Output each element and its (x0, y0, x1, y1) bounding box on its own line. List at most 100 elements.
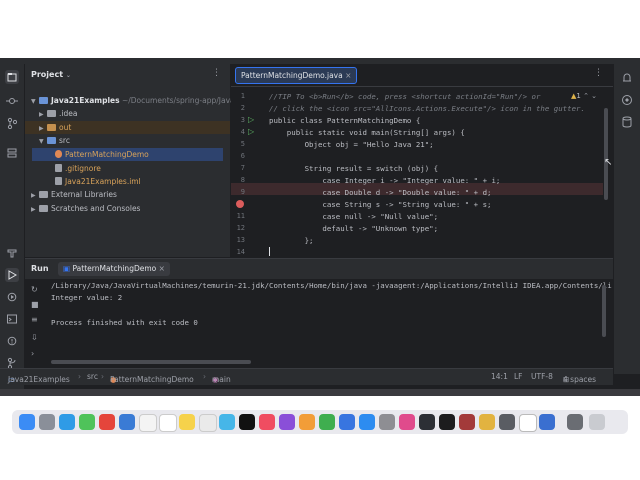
numbers-icon[interactable] (319, 414, 335, 430)
chevron-down-icon[interactable]: ▼ (39, 135, 47, 148)
commit-icon[interactable] (5, 94, 19, 108)
project-title-label: Project (31, 70, 64, 79)
app-icon-1[interactable] (479, 414, 495, 430)
more-icon[interactable]: › (31, 349, 34, 358)
console-scrollbar[interactable] (602, 285, 606, 337)
contacts-icon[interactable] (139, 414, 157, 432)
build-icon[interactable] (5, 246, 19, 260)
finder-icon[interactable] (19, 414, 35, 430)
photos-icon[interactable] (99, 414, 115, 430)
chevron-right-icon[interactable]: ▶ (31, 189, 39, 202)
code-editor[interactable]: PatternMatchingDemo.java × ⋮ ▲1 ⌃ ⌄ 1 //… (231, 64, 613, 257)
file-encoding[interactable]: UTF-8 (531, 372, 553, 381)
chevron-right-icon[interactable]: ▶ (39, 108, 47, 121)
code-line: case Integer i -> "Integer value: " + i; (269, 176, 501, 185)
notifications-icon[interactable] (619, 70, 635, 86)
chevron-down-icon[interactable]: ▼ (31, 95, 39, 108)
ai-assistant-icon[interactable] (619, 92, 635, 108)
breadcrumb-label: Java21Examples (8, 375, 70, 384)
code-line: }; (269, 236, 314, 245)
tree-item-scratches[interactable]: ▶ Scratches and Consoles (31, 202, 140, 215)
code-line: case Double d -> "Double value: " + d; (269, 188, 492, 197)
app-icon-2[interactable] (499, 414, 515, 430)
structure-icon[interactable] (5, 146, 19, 160)
terminal-icon[interactable] (5, 312, 19, 326)
more-options-icon[interactable]: ⋮ (212, 68, 221, 78)
project-panel-title[interactable]: Project ⌄ (31, 70, 71, 79)
desktop-background-strip (0, 389, 640, 396)
folder-icon (47, 124, 56, 131)
terminal-app-icon[interactable] (439, 414, 455, 430)
app-icon-4[interactable] (539, 414, 555, 430)
problems-icon[interactable] (5, 334, 19, 348)
database-icon[interactable] (619, 114, 635, 130)
console-horizontal-scrollbar[interactable] (51, 360, 251, 364)
apple-tv-icon[interactable] (239, 414, 255, 430)
console-output[interactable]: /Library/Java/JavaVirtualMachines/temuri… (51, 281, 612, 367)
run-config-tab[interactable]: ▣ PatternMatchingDemo × (58, 262, 170, 276)
messages-icon[interactable] (79, 414, 95, 430)
console-line: Process finished with exit code 0 (51, 318, 198, 327)
launchpad-icon[interactable] (39, 414, 55, 430)
line-separator[interactable]: LF (514, 372, 523, 381)
tree-item-external-libraries[interactable]: ▶ External Libraries (31, 188, 117, 201)
podcasts-icon[interactable] (279, 414, 295, 430)
downloads-folder-icon[interactable] (567, 414, 583, 430)
chevron-down-icon[interactable]: ⌄ (66, 72, 71, 79)
caret-position[interactable]: 14:1 (491, 372, 508, 381)
line-number: 7 (240, 164, 245, 172)
pages-icon[interactable] (299, 414, 315, 430)
branches-icon[interactable] (5, 116, 19, 130)
keynote-icon[interactable] (339, 414, 355, 430)
run-gutter-icon[interactable]: ▷ (248, 115, 254, 124)
reminders-icon[interactable] (199, 414, 217, 432)
system-settings-icon[interactable] (379, 414, 395, 430)
editor-scrollbar[interactable] (604, 108, 608, 200)
dictionary-icon[interactable] (459, 414, 475, 430)
debug-icon[interactable] (5, 290, 19, 304)
tree-item-gitignore[interactable]: .gitignore (55, 162, 101, 175)
intellij-icon[interactable] (419, 414, 435, 430)
tree-item-patternmatchingdemo[interactable]: PatternMatchingDemo (55, 148, 149, 161)
code-line: public static void main(String[] args) { (269, 128, 465, 137)
chevron-right-icon[interactable]: ▶ (31, 203, 39, 216)
breakpoint-icon[interactable] (236, 200, 244, 208)
editor-tab-active[interactable]: PatternMatchingDemo.java × (235, 67, 358, 84)
calendar-icon[interactable] (159, 414, 177, 432)
safari-icon[interactable] (59, 414, 75, 430)
mail-icon[interactable] (119, 414, 135, 430)
trash-icon[interactable] (589, 414, 605, 430)
indent-label: 4 spaces (563, 375, 597, 384)
music-icon[interactable] (259, 414, 275, 430)
close-icon[interactable]: × (345, 71, 351, 80)
library-icon (39, 191, 48, 198)
line-number: 9 (240, 188, 245, 196)
stop-icon[interactable]: ■ (31, 300, 39, 309)
run-tool-icon[interactable] (5, 268, 19, 282)
tree-item-idea[interactable]: ▶ .idea (39, 107, 77, 120)
freeform-icon[interactable] (219, 414, 235, 430)
run-gutter-icon[interactable]: ▷ (248, 127, 254, 136)
soft-wrap-icon[interactable]: ≡ (31, 315, 38, 324)
tree-item-project-root[interactable]: ▼ Java21Examples ~/Documents/spring-app/J… (31, 94, 244, 107)
breadcrumb-separator: › (78, 372, 81, 381)
scroll-to-end-icon[interactable]: ⇩ (31, 333, 38, 342)
status-bar: ▭ Java21Examples › src › ● PatternMatchi… (0, 368, 613, 385)
more-options-icon[interactable]: ⋮ (594, 68, 603, 78)
app-icon-3[interactable] (519, 414, 537, 432)
breadcrumb-src[interactable]: src (87, 372, 98, 381)
rerun-icon[interactable]: ↻ (31, 285, 38, 294)
app-store-icon[interactable] (359, 414, 375, 430)
notes-icon[interactable] (179, 414, 195, 430)
project-icon[interactable] (5, 70, 19, 84)
inspection-widget[interactable]: ▲1 ⌃ ⌄ (571, 92, 597, 100)
tree-item-src[interactable]: ▼ src (39, 134, 70, 147)
chrome-icon[interactable] (399, 414, 415, 430)
code-line: public class PatternMatchingDemo { (269, 116, 421, 125)
code-line: default -> "Unknown type"; (269, 224, 439, 233)
close-icon[interactable]: × (159, 264, 165, 273)
project-panel: Project ⌄ ⋮ ▼ Java21Examples ~/Documents/… (25, 64, 244, 257)
tree-item-out[interactable]: ▶ out (39, 121, 71, 134)
folder-icon (47, 110, 56, 117)
tree-item-iml[interactable]: Java21Examples.iml (55, 175, 141, 188)
